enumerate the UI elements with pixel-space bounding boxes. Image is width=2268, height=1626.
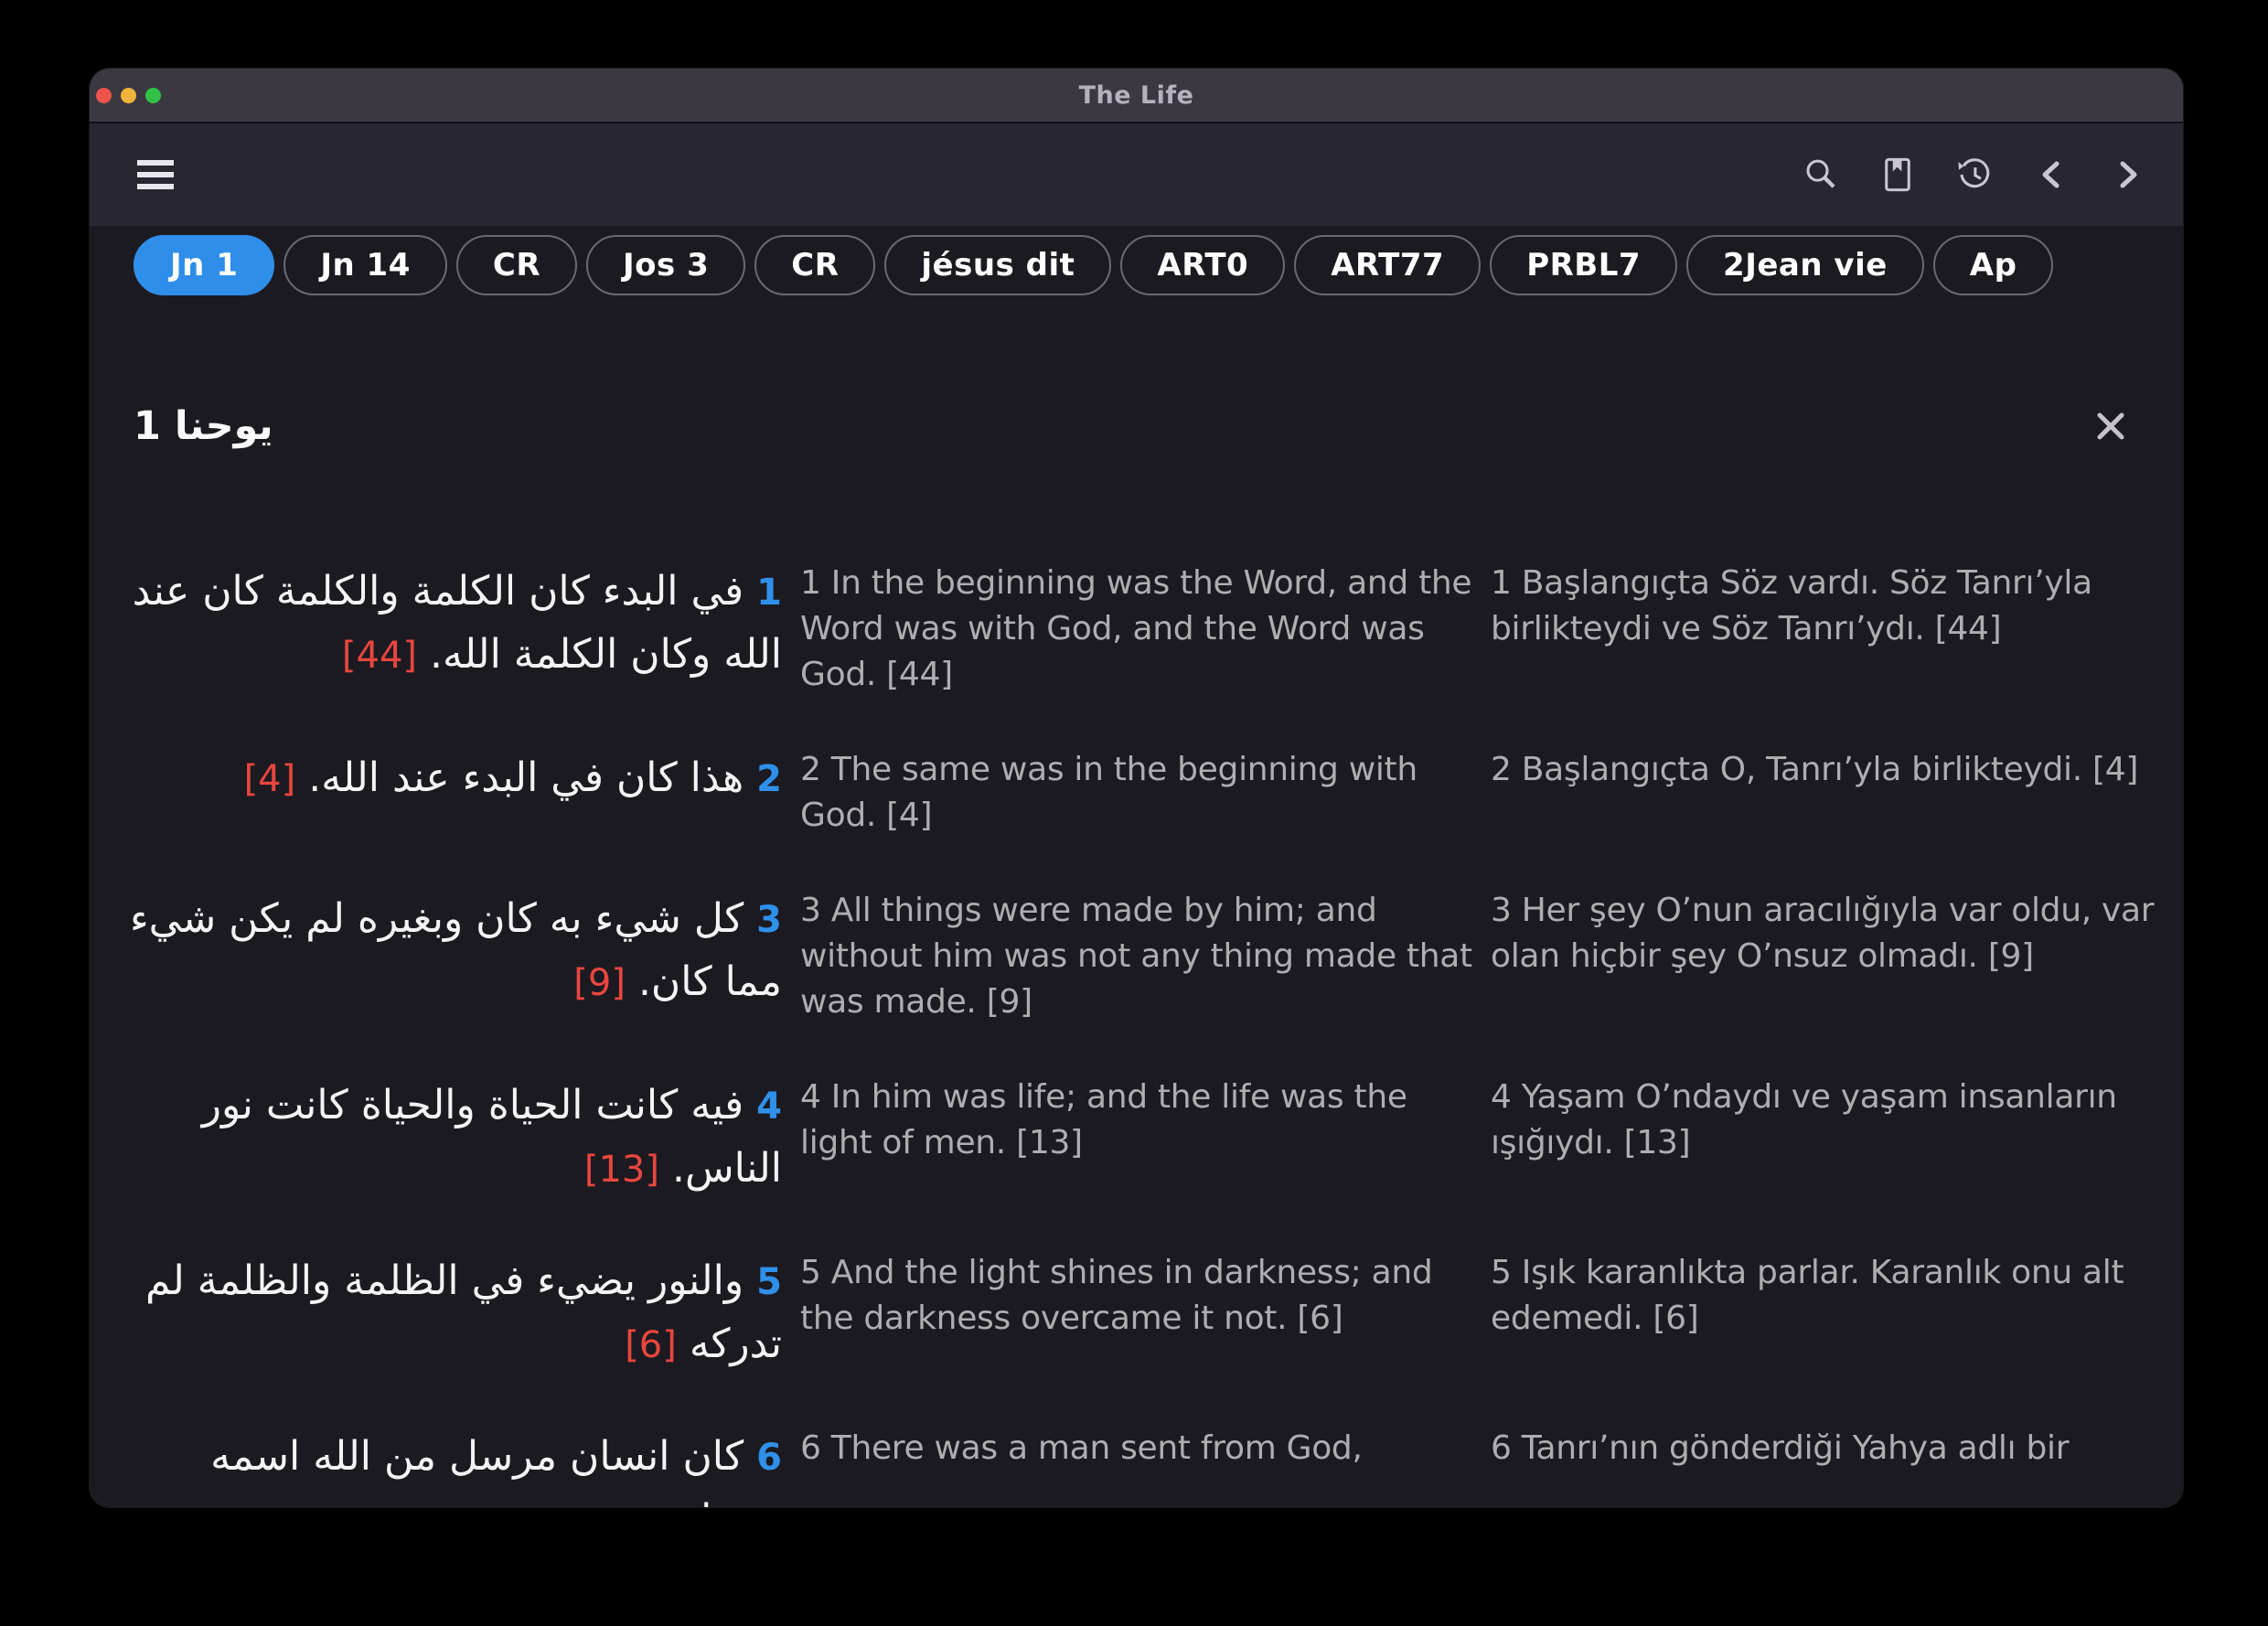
- search-icon[interactable]: [1801, 155, 1841, 195]
- verse-number: 2: [756, 758, 782, 800]
- verse-4-turkish[interactable]: 4 Yaşam O’ndaydı ve yaşam insanların ışı…: [1491, 1075, 2163, 1166]
- verse-text: في البدء كان الكلمة والكلمة كان عند الله…: [133, 568, 782, 678]
- verse-4-arabic[interactable]: 4فيه كانت الحياة والحياة كانت نور الناس.…: [119, 1075, 782, 1201]
- tab-2jean-vie[interactable]: 2Jean vie: [1686, 235, 1924, 295]
- titlebar: The Life: [90, 69, 2183, 123]
- tab-jos-3[interactable]: Jos 3: [586, 235, 745, 295]
- tab-jn-14[interactable]: Jn 14: [284, 235, 447, 295]
- verse-text: فيه كانت الحياة والحياة كانت نور الناس.: [202, 1082, 782, 1192]
- verse-5-arabic[interactable]: 5والنور يضيء في الظلمة والظلمة لم تدركه …: [119, 1250, 782, 1376]
- verse-2-arabic[interactable]: 2 هذا كان في البدء عند الله. [4]: [119, 747, 782, 810]
- tab-ap[interactable]: Ap: [1933, 235, 2054, 295]
- verse-6-turkish[interactable]: 6 Tanrı’nın gönderdiği Yahya adlı bir: [1491, 1426, 2163, 1471]
- verse-number: 3: [756, 899, 782, 941]
- close-icon[interactable]: [2093, 409, 2128, 444]
- verse-number: 1: [756, 572, 782, 614]
- tab-prbl7[interactable]: PRBL7: [1490, 235, 1677, 295]
- desktop: { "window": { "title": "The Life", "traf…: [0, 0, 2268, 1626]
- forward-icon[interactable]: [2108, 155, 2148, 195]
- verse-6-english[interactable]: 6 There was a man sent from God,: [800, 1426, 1472, 1471]
- verse-table: 1في البدء كان الكلمة والكلمة كان عند الل…: [90, 561, 2183, 1507]
- cross-reference[interactable]: [13]: [584, 1149, 659, 1191]
- verse-row: 1في البدء كان الكلمة والكلمة كان عند الل…: [119, 561, 2137, 698]
- verse-3-arabic[interactable]: 3كل شيء به كان وبغيره لم يكن شيء مما كان…: [119, 888, 782, 1014]
- verse-1-arabic[interactable]: 1في البدء كان الكلمة والكلمة كان عند الل…: [119, 561, 782, 687]
- cross-reference[interactable]: [4]: [244, 758, 296, 800]
- verse-number: 6: [756, 1437, 782, 1479]
- verse-row: 4فيه كانت الحياة والحياة كانت نور الناس.…: [119, 1075, 2137, 1201]
- verse-number: 4: [756, 1086, 782, 1128]
- tab-jn-1[interactable]: Jn 1: [134, 235, 274, 295]
- verse-4-english[interactable]: 4 In him was life; and the life was the …: [800, 1075, 1472, 1166]
- tab-art0[interactable]: ART0: [1120, 235, 1285, 295]
- bookmark-icon[interactable]: [1878, 155, 1918, 195]
- verse-5-english[interactable]: 5 And the light shines in darkness; and …: [800, 1250, 1472, 1342]
- tab-cr-2[interactable]: CR: [754, 235, 875, 295]
- tab-cr-1[interactable]: CR: [456, 235, 577, 295]
- verse-1-english[interactable]: 1 In the beginning was the Word, and the…: [800, 561, 1472, 698]
- verse-5-turkish[interactable]: 5 Işık karanlıkta parlar. Karanlık onu a…: [1491, 1250, 2163, 1342]
- verse-2-turkish[interactable]: 2 Başlangıçta O, Tanrı’yla birlikteydi. …: [1491, 747, 2163, 793]
- verse-row: 5والنور يضيء في الظلمة والظلمة لم تدركه …: [119, 1250, 2137, 1376]
- toolbar-right: [1801, 155, 2148, 195]
- tab-art77[interactable]: ART77: [1294, 235, 1481, 295]
- verse-text: كل شيء به كان وبغيره لم يكن شيء مما كان.: [130, 895, 782, 1005]
- verse-3-turkish[interactable]: 3 Her şey O’nun aracılığıyla var oldu, v…: [1491, 888, 2163, 979]
- verse-text: والنور يضيء في الظلمة والظلمة لم تدركه: [145, 1257, 782, 1367]
- toolbar: [90, 123, 2183, 226]
- app-window: The Life: [90, 69, 2183, 1507]
- window-title: The Life: [90, 81, 2183, 110]
- verse-3-english[interactable]: 3 All things were made by him; and witho…: [800, 888, 1472, 1025]
- back-icon[interactable]: [2031, 155, 2071, 195]
- verse-number: 5: [756, 1261, 782, 1303]
- verse-text: هذا كان في البدء عند الله.: [308, 754, 744, 801]
- verse-6-arabic[interactable]: 6كان انسان مرسل من الله اسمه يوحنا.: [119, 1426, 782, 1507]
- verse-text: كان انسان مرسل من الله اسمه يوحنا.: [210, 1433, 782, 1507]
- cross-reference[interactable]: [6]: [625, 1324, 677, 1366]
- menu-icon[interactable]: [135, 155, 176, 195]
- content-header: يوحنا 1: [90, 403, 2183, 449]
- tab-jesus-dit[interactable]: jésus dit: [884, 235, 1111, 295]
- verse-1-turkish[interactable]: 1 Başlangıçta Söz vardı. Söz Tanrı’yla b…: [1491, 561, 2163, 652]
- verse-row: 3كل شيء به كان وبغيره لم يكن شيء مما كان…: [119, 888, 2137, 1025]
- cross-reference[interactable]: [9]: [573, 962, 626, 1004]
- verse-2-english[interactable]: 2 The same was in the beginning with God…: [800, 747, 1472, 839]
- tab-bar: Jn 1 Jn 14 CR Jos 3 CR jésus dit ART0 AR…: [90, 235, 2183, 295]
- verse-row: 2 هذا كان في البدء عند الله. [4] 2 The sa…: [119, 747, 2137, 839]
- history-icon[interactable]: [1954, 155, 1995, 195]
- chapter-title: يوحنا 1: [134, 403, 273, 449]
- cross-reference[interactable]: [44]: [342, 635, 417, 677]
- verse-row: 6كان انسان مرسل من الله اسمه يوحنا. 6 Th…: [119, 1426, 2137, 1507]
